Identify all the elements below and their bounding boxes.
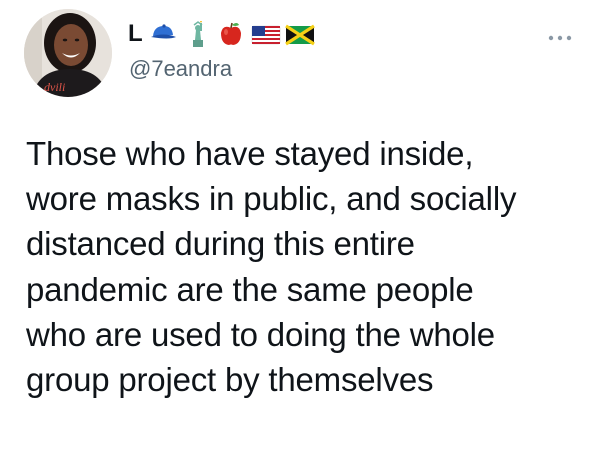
tweet-text-line: Those who have stayed inside, (26, 135, 474, 172)
us-flag-emoji (251, 20, 281, 48)
blue-cap-emoji (149, 20, 177, 48)
tweet-text: Those who have stayed inside, wore masks… (26, 131, 586, 402)
more-options-icon[interactable] (547, 30, 573, 41)
tweet-text-line: pandemic are the same people (26, 270, 474, 308)
avatar-photo: dvili (24, 9, 112, 97)
tweet-text-line: who are used to doing the whole (26, 315, 495, 353)
red-apple-emoji (217, 20, 245, 48)
tweet-text-line: wore masks in public, and socially (26, 180, 517, 218)
tweet-card: dvili L @7eandra Those who have stayed i… (0, 0, 599, 470)
statue-of-liberty-emoji (183, 20, 211, 48)
tweet-text-line: group project by themselves (26, 361, 434, 399)
tweet-text-line: distanced during this entire (26, 225, 415, 263)
svg-text:dvili: dvili (44, 80, 65, 94)
jamaica-flag-emoji (285, 20, 315, 48)
user-handle[interactable]: @7eandra (129, 56, 232, 82)
name-row: L (128, 16, 315, 52)
display-name[interactable]: L (128, 20, 143, 48)
avatar[interactable]: dvili (24, 9, 112, 97)
